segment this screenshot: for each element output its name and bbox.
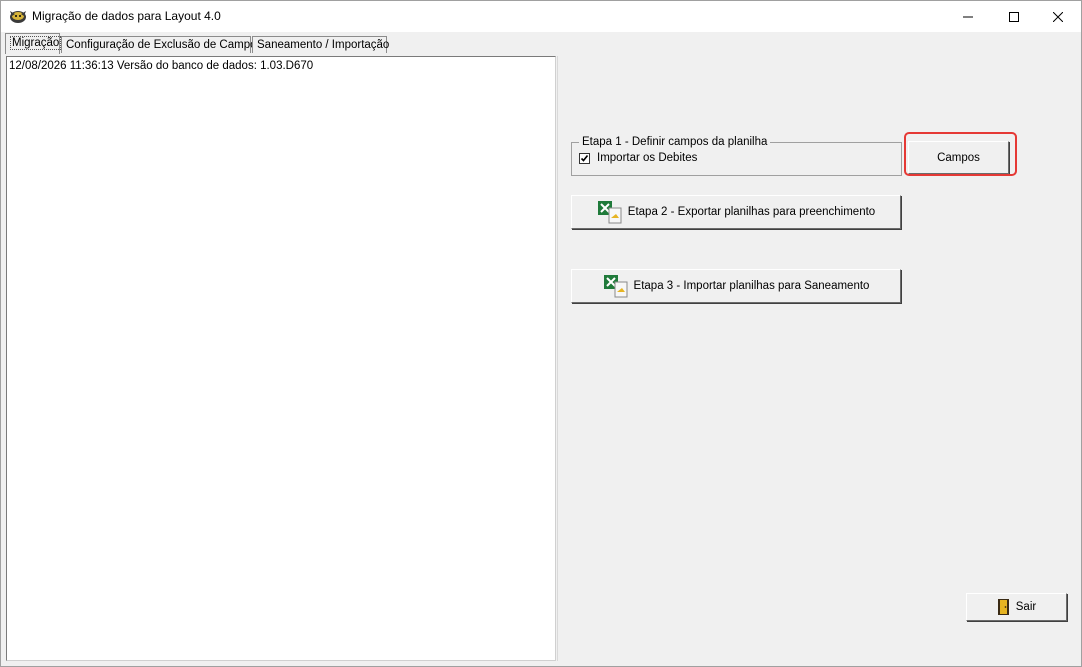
title-bar[interactable]: Migração de dados para Layout 4.0 <box>1 1 1081 32</box>
tab-label: Configuração de Exclusão de Campos <box>66 39 263 51</box>
tab-configuracao-exclusao[interactable]: Configuração de Exclusão de Campos <box>61 36 262 53</box>
tab-label: Migração <box>10 36 62 50</box>
etapa3-button-label: Etapa 3 - Importar planilhas para Saneam… <box>633 280 870 292</box>
exit-door-icon <box>997 599 1009 615</box>
importar-debites-checkbox[interactable] <box>579 153 590 164</box>
tab-bar: Migração Configuração de Exclusão de Cam… <box>1 32 1081 56</box>
etapa2-export-button[interactable]: Etapa 2 - Exportar planilhas para preenc… <box>571 195 901 229</box>
main-window: Migração de dados para Layout 4.0 Migraç… <box>0 0 1082 667</box>
log-memo[interactable]: 12/08/2026 11:36:13 Versão do banco de d… <box>6 56 556 661</box>
etapa3-import-button[interactable]: Etapa 3 - Importar planilhas para Saneam… <box>571 269 901 303</box>
panel-divider <box>557 56 558 661</box>
importar-debites-label[interactable]: Importar os Debites <box>597 152 697 164</box>
minimize-icon <box>963 16 973 17</box>
excel-export-icon <box>597 201 622 224</box>
checkmark-icon <box>580 155 589 162</box>
maximize-icon <box>1009 11 1019 22</box>
close-icon <box>1053 11 1063 22</box>
highlight-box <box>904 132 1017 176</box>
excel-import-icon <box>603 275 628 298</box>
log-line: 12/08/2026 11:36:13 Versão do banco de d… <box>9 60 314 72</box>
sair-button-label: Sair <box>1015 601 1037 613</box>
close-button[interactable] <box>1035 1 1081 32</box>
etapa2-button-label: Etapa 2 - Exportar planilhas para preenc… <box>627 206 876 218</box>
etapa1-group-label: Etapa 1 - Definir campos da planilha <box>579 136 771 148</box>
tab-saneamento-importacao[interactable]: Saneamento / Importação <box>252 36 390 53</box>
app-logo-icon <box>10 11 26 23</box>
sair-button[interactable]: Sair <box>966 593 1067 621</box>
window-title: Migração de dados para Layout 4.0 <box>32 9 221 23</box>
tab-migracao[interactable]: Migração <box>5 33 62 54</box>
minimize-button[interactable] <box>945 1 991 32</box>
maximize-button[interactable] <box>991 1 1037 32</box>
tab-label: Saneamento / Importação <box>257 39 390 51</box>
